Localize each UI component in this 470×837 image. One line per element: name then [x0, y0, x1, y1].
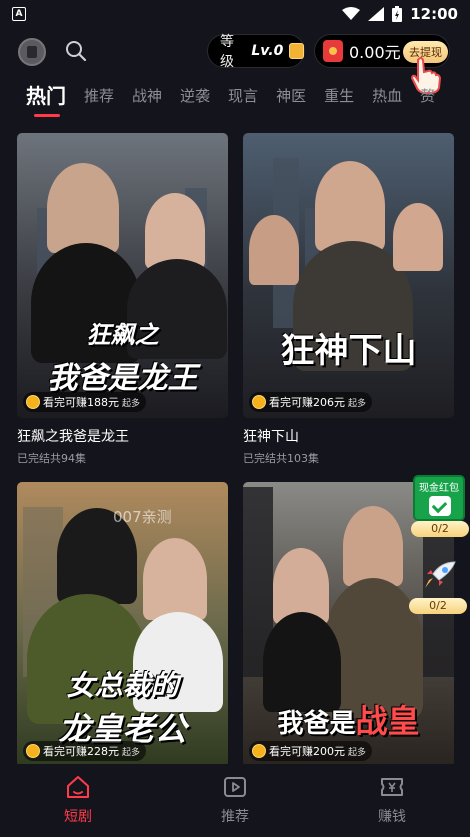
rocket-icon	[425, 561, 456, 588]
nav-label: 短剧	[64, 809, 92, 825]
reward-badge: 看完可赚200元 起多	[249, 741, 373, 761]
cash-red-packet-label: 现金红包	[419, 483, 459, 494]
cash-progress: 0/2	[411, 521, 469, 537]
drama-poster[interactable]: 007亲测 女总裁的 龙皇老公 看完可赚228元 起多	[17, 482, 228, 767]
reward-more: 起多	[348, 747, 367, 758]
drama-card[interactable]: 007亲测 女总裁的 龙皇老公 看完可赚228元 起多	[17, 482, 228, 767]
tab-recommend[interactable]: 推荐	[84, 84, 114, 108]
avatar[interactable]	[18, 38, 46, 66]
drama-poster[interactable]: 狂神下山 看完可赚206元 起多	[243, 133, 454, 418]
poster-title-line1: 狂飙之	[86, 320, 159, 349]
balance-amount: 0.00元	[349, 43, 401, 62]
tab-comeback[interactable]: 逆袭	[180, 84, 210, 108]
reward-text: 看完可赚228元	[43, 745, 119, 758]
poster-title-line1: 女总裁的	[66, 669, 179, 702]
battery-icon	[392, 6, 403, 22]
reward-badge: 看完可赚188元 起多	[23, 392, 147, 412]
coin-icon	[252, 395, 266, 409]
poster-title-line2: 我爸是龙王	[47, 361, 198, 396]
signal-icon	[368, 7, 385, 21]
reward-more: 起多	[348, 398, 367, 409]
poster-title-line2: 战皇	[355, 702, 420, 740]
poster-title-line1: 我爸是	[277, 709, 356, 739]
drama-status: 已完结共103集	[243, 452, 319, 465]
reward-text: 看完可赚206元	[269, 396, 345, 409]
poster-title-line1: 狂神下山	[280, 331, 417, 371]
nav-label: 推荐	[221, 809, 249, 825]
coin-icon	[26, 744, 40, 758]
watermark-text: 007亲测	[113, 508, 172, 526]
bottom-nav: 短剧 推荐 赚钱	[0, 764, 470, 837]
reward-more: 起多	[122, 747, 141, 758]
level-label: 等级	[220, 34, 234, 70]
tab-war-god[interactable]: 战神	[132, 84, 162, 108]
tab-son-in-law[interactable]: 赘	[420, 84, 435, 108]
nav-recommend[interactable]: 推荐	[195, 774, 275, 826]
drama-card[interactable]: 狂神下山 看完可赚206元 起多 狂神下山 已完结共103集	[243, 133, 454, 466]
level-coin-icon	[289, 43, 304, 59]
level-value: Lv.0	[251, 43, 284, 59]
reward-text: 看完可赚200元	[269, 745, 345, 758]
cash-red-packet-widget[interactable]: 现金红包 0/2	[411, 475, 469, 541]
nav-label: 赚钱	[378, 809, 406, 825]
drama-status: 已完结共94集	[17, 452, 86, 465]
reward-text: 看完可赚188元	[43, 396, 119, 409]
wechat-pay-icon	[429, 496, 451, 516]
drama-card[interactable]: 狂飙之 我爸是龙王 看完可赚188元 起多 狂飙之我爸是龙王 已完结共94集	[17, 133, 228, 466]
tab-rebirth[interactable]: 重生	[324, 84, 354, 108]
drama-title[interactable]: 狂神下山	[243, 426, 454, 446]
header: 等级 Lv.0 0.00元 去提现	[0, 34, 470, 72]
video-icon	[224, 777, 246, 797]
level-pill[interactable]: 等级 Lv.0	[207, 34, 305, 70]
poster-title: 我爸是战皇	[243, 696, 454, 742]
tab-miracle-doctor[interactable]: 神医	[276, 84, 306, 108]
category-tabs: 热门 推荐 战神 逆袭 现言 神医 重生 热血 赘	[0, 84, 470, 124]
reward-more: 起多	[122, 398, 141, 409]
drama-title[interactable]: 狂飙之我爸是龙王	[17, 426, 228, 446]
home-icon	[67, 776, 89, 798]
money-ticket-icon	[381, 778, 403, 796]
tab-modern-romance[interactable]: 现言	[228, 84, 258, 108]
app-notification-icon: A	[12, 7, 26, 21]
tab-hot-blooded[interactable]: 热血	[372, 84, 402, 108]
status-bar: A 12:00	[0, 0, 470, 28]
tab-hot[interactable]: 热门	[26, 84, 66, 117]
search-icon[interactable]	[64, 39, 88, 63]
drama-poster[interactable]: 狂飙之 我爸是龙王 看完可赚188元 起多	[17, 133, 228, 418]
coin-icon	[26, 395, 40, 409]
red-packet-icon	[323, 40, 343, 62]
rocket-progress: 0/2	[409, 598, 467, 614]
wifi-icon	[342, 7, 361, 20]
rocket-widget[interactable]: 0/2	[409, 558, 469, 614]
status-time: 12:00	[410, 5, 458, 23]
coin-icon	[252, 744, 266, 758]
reward-badge: 看完可赚206元 起多	[249, 392, 373, 412]
nav-earn-money[interactable]: 赚钱	[352, 774, 432, 826]
reward-badge: 看完可赚228元 起多	[23, 741, 147, 761]
nav-short-drama[interactable]: 短剧	[38, 774, 118, 826]
